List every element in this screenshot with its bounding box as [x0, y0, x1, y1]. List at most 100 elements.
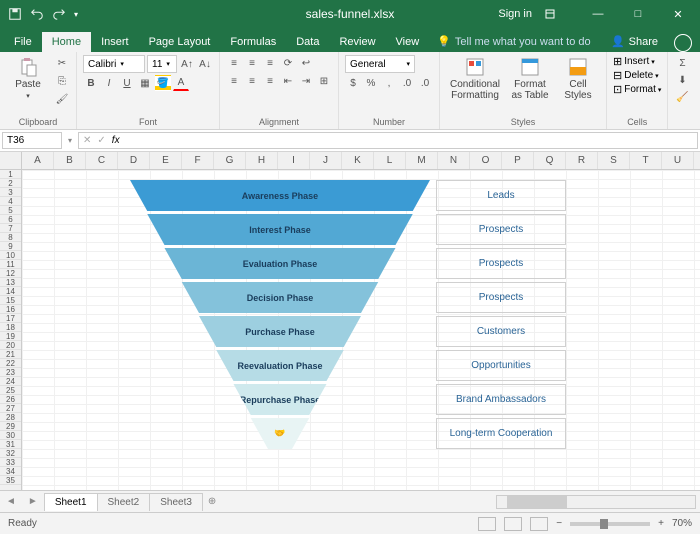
decrease-indent-icon[interactable]: ⇤: [280, 73, 296, 89]
cell-styles-button[interactable]: Cell Styles: [556, 55, 600, 103]
column-header[interactable]: D: [118, 152, 150, 169]
tab-page-layout[interactable]: Page Layout: [139, 32, 221, 52]
column-header[interactable]: E: [150, 152, 182, 169]
qat-dropdown-icon[interactable]: ▾: [74, 10, 78, 19]
row-header[interactable]: 29: [0, 422, 21, 431]
row-header[interactable]: 16: [0, 305, 21, 314]
row-header[interactable]: 19: [0, 332, 21, 341]
spreadsheet-grid[interactable]: ABCDEFGHIJKLMNOPQRSTU 123456789101112131…: [0, 152, 700, 490]
copy-icon[interactable]: ⎘: [54, 73, 70, 89]
conditional-formatting-button[interactable]: Conditional Formatting: [446, 55, 504, 103]
column-header[interactable]: C: [86, 152, 118, 169]
row-header[interactable]: 35: [0, 476, 21, 485]
row-header[interactable]: 10: [0, 251, 21, 260]
row-header[interactable]: 26: [0, 395, 21, 404]
row-header[interactable]: 27: [0, 404, 21, 413]
column-header[interactable]: B: [54, 152, 86, 169]
column-header[interactable]: L: [374, 152, 406, 169]
clear-icon[interactable]: 🧹: [674, 89, 690, 105]
column-header[interactable]: G: [214, 152, 246, 169]
maximize-button[interactable]: □: [624, 8, 652, 20]
align-top-icon[interactable]: ≡: [226, 55, 242, 71]
row-header[interactable]: 9: [0, 242, 21, 251]
increase-decimal-icon[interactable]: .0: [399, 75, 415, 91]
row-header[interactable]: 25: [0, 386, 21, 395]
page-break-view-button[interactable]: [530, 517, 548, 531]
increase-indent-icon[interactable]: ⇥: [298, 73, 314, 89]
increase-font-icon[interactable]: A↑: [179, 56, 195, 72]
column-header[interactable]: N: [438, 152, 470, 169]
tab-data[interactable]: Data: [286, 32, 329, 52]
column-header[interactable]: K: [342, 152, 374, 169]
column-header[interactable]: S: [598, 152, 630, 169]
number-format-select[interactable]: General▾: [345, 55, 415, 73]
bold-button[interactable]: B: [83, 75, 99, 91]
tab-home[interactable]: Home: [42, 32, 91, 52]
font-size-select[interactable]: 11▾: [147, 55, 177, 73]
row-header[interactable]: 22: [0, 359, 21, 368]
column-header[interactable]: U: [662, 152, 694, 169]
sheet-tab-1[interactable]: Sheet1: [44, 493, 98, 511]
row-header[interactable]: 34: [0, 467, 21, 476]
align-center-icon[interactable]: ≡: [244, 73, 260, 89]
row-header[interactable]: 31: [0, 440, 21, 449]
minimize-button[interactable]: —: [584, 8, 612, 20]
zoom-out-button[interactable]: −: [556, 518, 562, 529]
tab-review[interactable]: Review: [329, 32, 385, 52]
select-all-corner[interactable]: [0, 152, 22, 169]
row-header[interactable]: 8: [0, 233, 21, 242]
comma-icon[interactable]: ,: [381, 75, 397, 91]
fill-icon[interactable]: ⬇: [674, 72, 690, 88]
row-header[interactable]: 18: [0, 323, 21, 332]
row-header[interactable]: 4: [0, 197, 21, 206]
currency-icon[interactable]: $: [345, 75, 361, 91]
align-right-icon[interactable]: ≡: [262, 73, 278, 89]
row-header[interactable]: 30: [0, 431, 21, 440]
sheet-nav-next-icon[interactable]: ►: [22, 496, 44, 507]
column-header[interactable]: A: [22, 152, 54, 169]
tell-me-search[interactable]: 💡 Tell me what you want to do: [429, 31, 598, 52]
row-header[interactable]: 13: [0, 278, 21, 287]
sheet-nav-prev-icon[interactable]: ◄: [0, 496, 22, 507]
close-button[interactable]: ✕: [664, 8, 692, 21]
ribbon-options-icon[interactable]: [544, 8, 572, 20]
align-left-icon[interactable]: ≡: [226, 73, 242, 89]
row-header[interactable]: 20: [0, 341, 21, 350]
sheet-tab-3[interactable]: Sheet3: [149, 493, 203, 511]
row-header[interactable]: 11: [0, 260, 21, 269]
new-sheet-button[interactable]: ⊕: [202, 496, 222, 507]
row-header[interactable]: 17: [0, 314, 21, 323]
wrap-text-icon[interactable]: ↩: [298, 55, 314, 71]
autosum-icon[interactable]: Σ: [674, 55, 690, 71]
zoom-in-button[interactable]: +: [658, 518, 664, 529]
row-header[interactable]: 15: [0, 296, 21, 305]
decrease-font-icon[interactable]: A↓: [197, 56, 213, 72]
fill-color-icon[interactable]: 🪣: [155, 75, 171, 91]
delete-cells-button[interactable]: ⊟Delete ▾: [613, 69, 659, 82]
row-header[interactable]: 23: [0, 368, 21, 377]
tab-insert[interactable]: Insert: [91, 32, 139, 52]
italic-button[interactable]: I: [101, 75, 117, 91]
row-header[interactable]: 24: [0, 377, 21, 386]
column-header[interactable]: T: [630, 152, 662, 169]
sheet-tab-2[interactable]: Sheet2: [97, 493, 151, 511]
row-header[interactable]: 21: [0, 350, 21, 359]
column-header[interactable]: R: [566, 152, 598, 169]
merge-icon[interactable]: ⊞: [316, 73, 332, 89]
formula-input[interactable]: ✕✓ fx: [78, 132, 698, 149]
name-box-dropdown-icon[interactable]: ▾: [64, 136, 76, 145]
font-name-select[interactable]: Calibri▾: [83, 55, 145, 73]
feedback-icon[interactable]: [674, 34, 692, 52]
paste-button[interactable]: Paste ▾: [6, 55, 50, 102]
underline-button[interactable]: U: [119, 75, 135, 91]
align-middle-icon[interactable]: ≡: [244, 55, 260, 71]
format-table-button[interactable]: Format as Table: [508, 55, 552, 103]
decrease-decimal-icon[interactable]: .0: [417, 75, 433, 91]
column-header[interactable]: J: [310, 152, 342, 169]
row-header[interactable]: 14: [0, 287, 21, 296]
format-cells-button[interactable]: ⊡Format ▾: [613, 83, 661, 96]
cut-icon[interactable]: ✂: [54, 55, 70, 71]
tab-file[interactable]: File: [4, 32, 42, 52]
page-layout-view-button[interactable]: [504, 517, 522, 531]
sort-filter-button[interactable]: A↓ Sort & Filter: [694, 55, 700, 99]
